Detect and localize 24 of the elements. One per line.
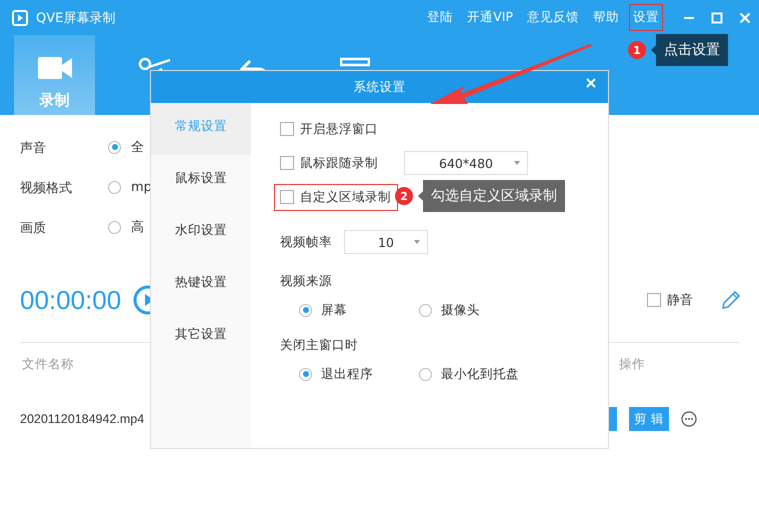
section-label: 视频来源 [280,273,333,290]
option-label: 声音 [20,140,47,157]
radio-label: 摄像头 [441,302,480,318]
option-label: 画质 [20,220,47,237]
timer-display: 00:00:00 [20,284,122,316]
checkbox-label: 开启悬浮窗口 [300,120,378,138]
radio-label: 高 [131,219,144,236]
column-header: 文件名称 [22,356,74,373]
callout: 点击设置 [651,34,728,66]
column-header: 操作 [619,356,645,373]
mute-label: 静音 [667,292,693,309]
checkbox-label: 鼠标跟随录制 [300,154,378,172]
radio-label: 退出程序 [321,366,373,382]
checkbox-label: 自定义区域录制 [300,188,391,206]
section-label: 关闭主窗口时 [280,337,359,354]
file-name: 20201120184942.mp4 [20,412,144,426]
window-title: QVE屏幕录制 [36,10,116,26]
callout: 勾选自定义区域录制 [418,180,565,212]
radio-label: 屏幕 [321,302,347,318]
field-label: 视频帧率 [280,234,332,250]
radio-label: 全 [131,139,144,156]
option-label: 视频格式 [20,180,73,197]
radio-label: 最小化到托盘 [441,366,519,382]
dialog-title: 系统设置 [354,78,406,96]
